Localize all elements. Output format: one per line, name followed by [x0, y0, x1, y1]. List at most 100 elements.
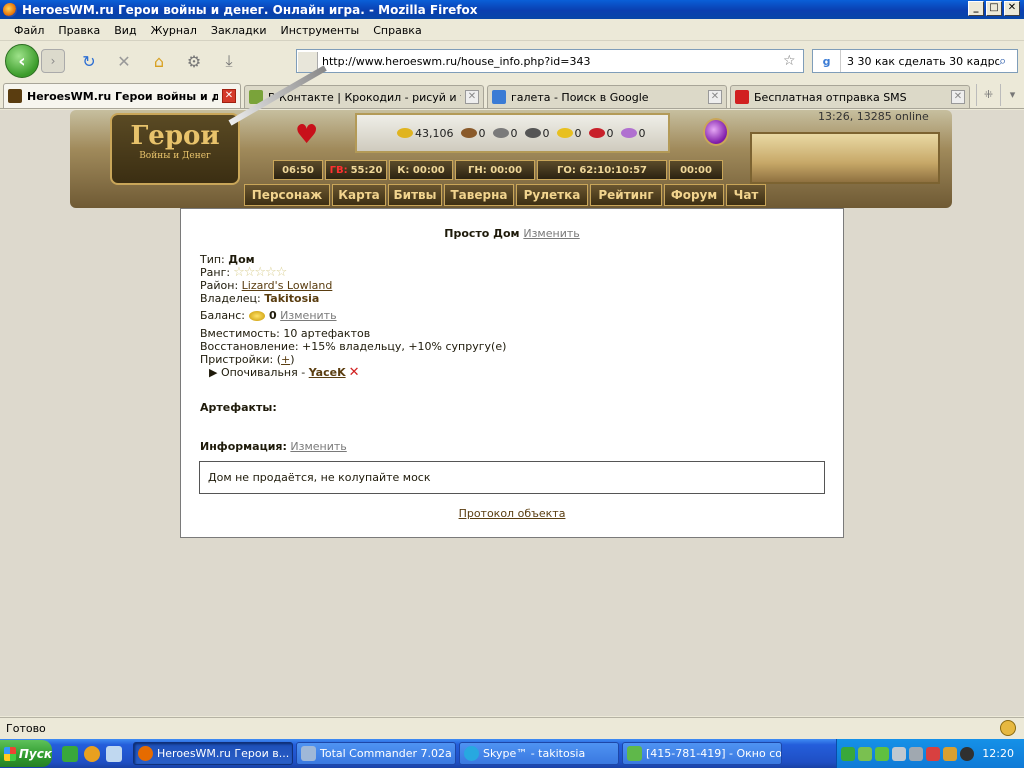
- download-button[interactable]: ⤓: [218, 50, 240, 72]
- reload-button[interactable]: ↻: [78, 50, 100, 72]
- search-icon[interactable]: ⌕: [999, 54, 1017, 69]
- close-button[interactable]: ✕: [1004, 1, 1020, 16]
- object-protocol-link[interactable]: Протокол объекта: [459, 507, 566, 520]
- chevron-down-icon[interactable]: ▾: [1000, 84, 1024, 106]
- close-tab-icon[interactable]: ✕: [708, 90, 722, 104]
- balance-row: Баланс: 0 Изменить: [200, 309, 506, 322]
- extension-button[interactable]: ⚙: [183, 50, 205, 72]
- arrow-right-icon: ›: [50, 54, 56, 68]
- home-button[interactable]: ⌂: [148, 50, 170, 72]
- extension-name: ▶ Опочивальня -: [209, 366, 306, 379]
- task-chat-window[interactable]: [415-781-419] - Окно со...: [622, 742, 782, 765]
- add-extension-link[interactable]: +: [281, 353, 290, 366]
- nav-rating[interactable]: Рейтинг: [590, 184, 662, 206]
- url-text[interactable]: http://www.heroeswm.ru/house_info.php?id…: [322, 55, 783, 68]
- maximize-button[interactable]: □: [986, 1, 1002, 16]
- type-label: Тип:: [200, 253, 225, 266]
- close-tab-icon[interactable]: ✕: [951, 90, 965, 104]
- timers-bar: 06:50 ГВ: 55:20 К: 00:00 ГН: 00:00 ГО: 62…: [273, 160, 751, 180]
- menu-edit[interactable]: Правка: [51, 24, 107, 37]
- edit-info-link[interactable]: Изменить: [290, 440, 346, 453]
- nav-roulette[interactable]: Рулетка: [516, 184, 588, 206]
- tab-google-search[interactable]: галета - Поиск в Google ✕: [487, 85, 727, 108]
- timer-last: 00:00: [669, 160, 723, 180]
- nav-forum[interactable]: Форум: [664, 184, 724, 206]
- task-skype[interactable]: Skype™ - takitosia: [459, 742, 619, 765]
- close-tab-icon[interactable]: ✕: [465, 90, 479, 104]
- total-commander-icon: [301, 746, 316, 761]
- district-link[interactable]: Lizard's Lowland: [242, 279, 333, 292]
- status-text: Готово: [6, 722, 46, 735]
- bookmark-star-icon[interactable]: ☆: [783, 53, 803, 69]
- utorrent-tray-icon[interactable]: [841, 746, 855, 761]
- task-label: Skype™ - takitosia: [483, 747, 586, 760]
- menu-history[interactable]: Журнал: [144, 24, 204, 37]
- smiley-icon[interactable]: [1000, 720, 1016, 736]
- firefox-icon: [138, 746, 153, 761]
- remove-extension-icon[interactable]: ✕: [349, 366, 360, 379]
- quick-launch: [62, 745, 122, 762]
- windows-flag-icon: [4, 746, 16, 761]
- tab-label: Бесплатная отправка SMS: [754, 90, 907, 104]
- info-label: Информация:: [200, 440, 287, 453]
- tab-tools: ⁜ ▾: [976, 84, 1024, 106]
- edit-title-link[interactable]: Изменить: [523, 227, 579, 240]
- restoration-row: Восстановление: +15% владельцу, +10% суп…: [200, 340, 507, 353]
- nav-character[interactable]: Персонаж: [244, 184, 330, 206]
- antivirus-tray-icon[interactable]: [858, 746, 872, 761]
- nav-map[interactable]: Карта: [332, 184, 386, 206]
- skype-tray-icon[interactable]: [875, 746, 889, 761]
- messenger-tray-icon[interactable]: [943, 746, 957, 761]
- mercury-icon: [524, 128, 541, 138]
- minimize-button[interactable]: _: [968, 1, 984, 16]
- show-desktop-icon[interactable]: [106, 745, 122, 762]
- site-identity-icon[interactable]: [298, 51, 318, 72]
- extension-user-link[interactable]: YaceK: [309, 366, 346, 379]
- house-title-row: Просто Дом Изменить: [181, 227, 843, 240]
- search-bar[interactable]: g 3 30 как сделать 30 кадров? ⌕: [812, 49, 1018, 73]
- extension-item: ▶ Опочивальня - YaceK ✕: [200, 366, 506, 379]
- menu-bookmarks[interactable]: Закладки: [204, 24, 274, 37]
- spider-tray-icon[interactable]: [960, 746, 974, 761]
- menu-file[interactable]: Файл: [7, 24, 51, 37]
- window-controls: _ □ ✕: [968, 1, 1020, 16]
- menu-view[interactable]: Вид: [107, 24, 143, 37]
- security-tray-icon[interactable]: [926, 746, 940, 761]
- search-input[interactable]: 3 30 как сделать 30 кадров?: [841, 55, 999, 68]
- extensions-label: Пристройки:: [200, 353, 274, 366]
- tab-heroeswm[interactable]: HeroesWM.ru Герои войны и де... ✕: [3, 83, 241, 108]
- task-total-commander[interactable]: Total Commander 7.02a ...: [296, 742, 456, 765]
- menu-help[interactable]: Справка: [366, 24, 428, 37]
- menu-bar: Файл Правка Вид Журнал Закладки Инструме…: [0, 20, 1024, 41]
- tab-sms[interactable]: Бесплатная отправка SMS ✕: [730, 85, 970, 108]
- navigation-toolbar: ‹ › ↻ ✕ ⌂ ⚙ ⤓ http://www.heroeswm.ru/hou…: [0, 42, 1024, 80]
- house-info-panel: Просто Дом Изменить Тип: Дом Ранг: ☆☆☆☆☆ …: [180, 208, 844, 538]
- owner-link[interactable]: Takitosia: [264, 292, 319, 305]
- timer-gn: ГН: 00:00: [455, 160, 535, 180]
- resource-sulfur: 0: [556, 127, 582, 140]
- system-tray: 12:20: [836, 739, 1024, 768]
- forward-button[interactable]: ›: [41, 49, 65, 73]
- network-tray-icon[interactable]: [892, 746, 906, 761]
- network2-tray-icon[interactable]: [909, 746, 923, 761]
- edit-balance-link[interactable]: Изменить: [280, 309, 336, 322]
- tab-list-icon[interactable]: ⁜: [976, 84, 1000, 106]
- stop-button[interactable]: ✕: [113, 50, 135, 72]
- menu-tools[interactable]: Инструменты: [274, 24, 367, 37]
- close-tab-icon[interactable]: ✕: [222, 89, 236, 103]
- nav-tavern[interactable]: Таверна: [444, 184, 514, 206]
- game-logo[interactable]: Герои Войны и Денег: [110, 113, 240, 185]
- google-engine-icon[interactable]: g: [813, 50, 841, 72]
- winamp-icon[interactable]: [84, 745, 100, 762]
- address-bar[interactable]: http://www.heroeswm.ru/house_info.php?id…: [296, 49, 804, 73]
- start-button[interactable]: Пуск: [0, 740, 52, 767]
- back-button[interactable]: ‹: [5, 44, 39, 78]
- task-firefox[interactable]: HeroesWM.ru Герои в...: [133, 742, 293, 765]
- city-image[interactable]: [750, 132, 940, 184]
- utorrent-icon[interactable]: [62, 745, 78, 762]
- nav-chat[interactable]: Чат: [726, 184, 766, 206]
- resources-bar: 43,106 0 0 0 0 0 0: [355, 113, 670, 153]
- reload-icon: ↻: [82, 51, 96, 71]
- timer-value: 55:20: [350, 164, 383, 176]
- nav-battles[interactable]: Битвы: [388, 184, 442, 206]
